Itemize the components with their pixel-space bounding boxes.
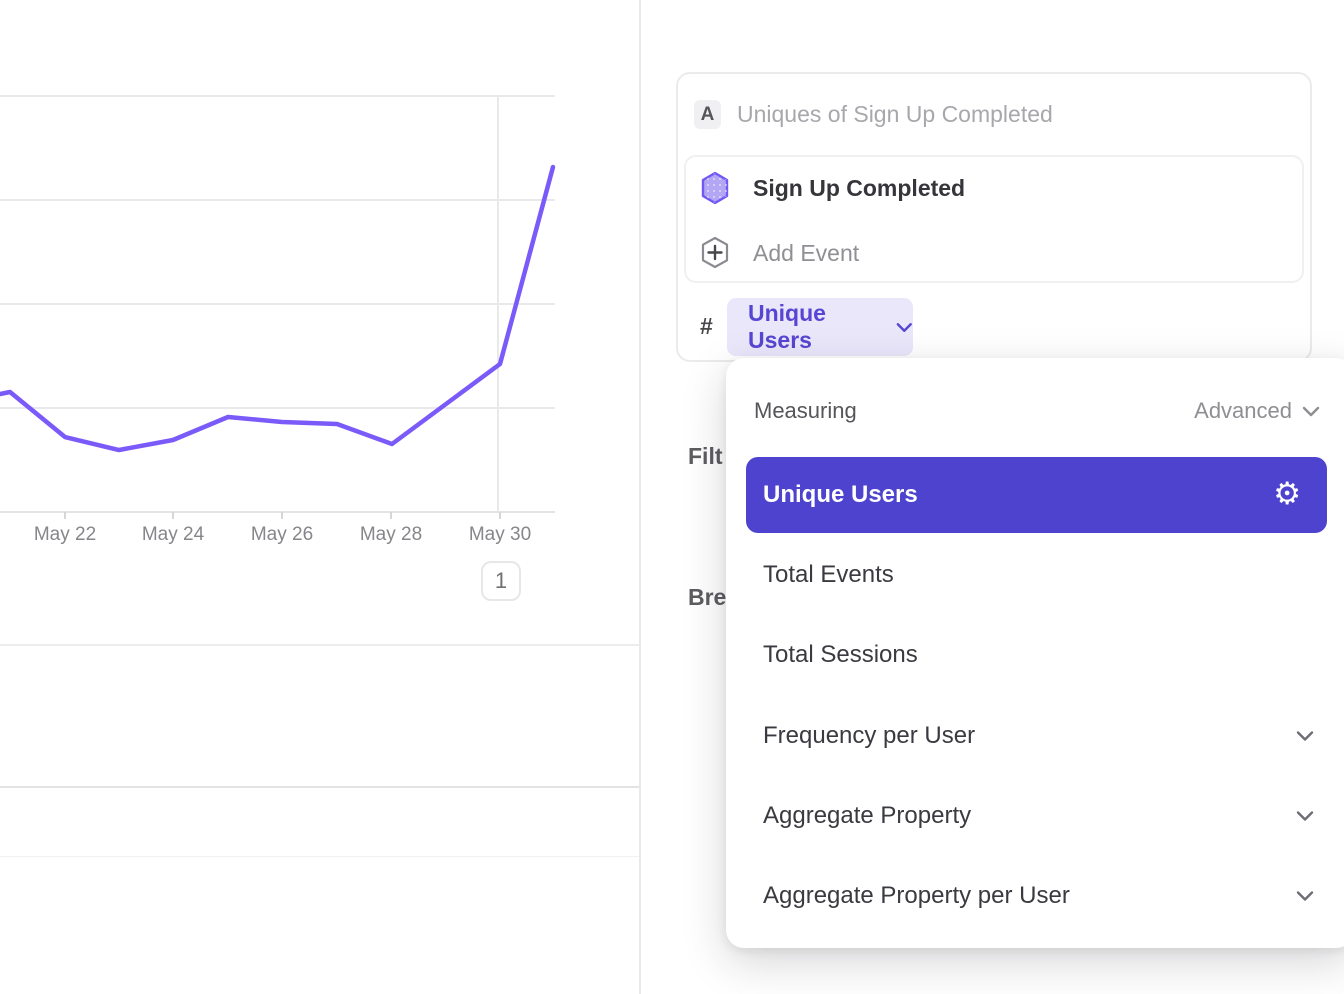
option-label: Aggregate Property bbox=[763, 802, 971, 830]
x-tick-label: May 22 bbox=[17, 524, 113, 546]
series-title: Uniques of Sign Up Completed bbox=[737, 101, 1053, 128]
add-event-plus-icon[interactable] bbox=[700, 236, 730, 274]
measuring-option-total-sessions[interactable]: Total Sessions bbox=[726, 615, 1344, 695]
measurement-hash-prefix: # bbox=[700, 313, 713, 340]
table-header-divider bbox=[0, 786, 639, 788]
advanced-selector[interactable]: Advanced bbox=[1194, 398, 1320, 424]
series-a-badge: A bbox=[694, 100, 721, 129]
analytics-insights-page: May 22May 24May 26May 28May 30 1 May 4Ma… bbox=[0, 0, 1344, 994]
option-label: Total Events bbox=[763, 561, 894, 589]
measuring-option-unique-users[interactable]: Unique Users ⚙ bbox=[746, 457, 1327, 533]
measuring-dropdown-menu: Measuring Advanced Unique Users ⚙ Total Ev… bbox=[726, 358, 1344, 948]
event-name[interactable]: Sign Up Completed bbox=[753, 175, 965, 202]
measurement-dropdown-trigger[interactable]: Unique Users bbox=[727, 298, 913, 356]
chevron-down-icon bbox=[1302, 406, 1320, 417]
chevron-down-icon bbox=[896, 322, 913, 333]
panel-divider bbox=[639, 0, 641, 994]
measuring-option-frequency-per-user[interactable]: Frequency per User bbox=[726, 696, 1344, 776]
x-tick-label: May 24 bbox=[125, 524, 221, 546]
x-tick-label: May 30 bbox=[452, 524, 548, 546]
x-tick-label: May 26 bbox=[234, 524, 330, 546]
table-row-divider bbox=[0, 856, 639, 857]
measuring-option-aggregate-property-per-user[interactable]: Aggregate Property per User bbox=[726, 856, 1344, 936]
option-label: Frequency per User bbox=[763, 722, 975, 750]
option-label: Unique Users bbox=[763, 481, 918, 509]
chevron-down-icon bbox=[1296, 891, 1314, 902]
event-hexagon-icon bbox=[700, 171, 730, 210]
gear-icon[interactable]: ⚙ bbox=[1273, 479, 1301, 510]
filter-section-label-partial: Filt bbox=[688, 443, 723, 470]
option-label: Total Sessions bbox=[763, 641, 918, 669]
chevron-down-icon bbox=[1296, 731, 1314, 742]
pagination-badge[interactable]: 1 bbox=[481, 561, 521, 601]
advanced-label[interactable]: Advanced bbox=[1194, 398, 1292, 424]
table-top-divider bbox=[0, 644, 639, 646]
measuring-option-aggregate-property[interactable]: Aggregate Property bbox=[726, 776, 1344, 856]
option-label: Aggregate Property per User bbox=[763, 882, 1070, 910]
measuring-option-total-events[interactable]: Total Events bbox=[726, 535, 1344, 615]
x-tick-label: May 28 bbox=[343, 524, 439, 546]
chevron-down-icon bbox=[1296, 811, 1314, 822]
measurement-value[interactable]: Unique Users bbox=[748, 300, 884, 354]
breakdown-section-label-partial: Bre bbox=[688, 584, 726, 611]
add-event-label[interactable]: Add Event bbox=[753, 240, 859, 267]
measuring-label: Measuring bbox=[754, 398, 857, 424]
